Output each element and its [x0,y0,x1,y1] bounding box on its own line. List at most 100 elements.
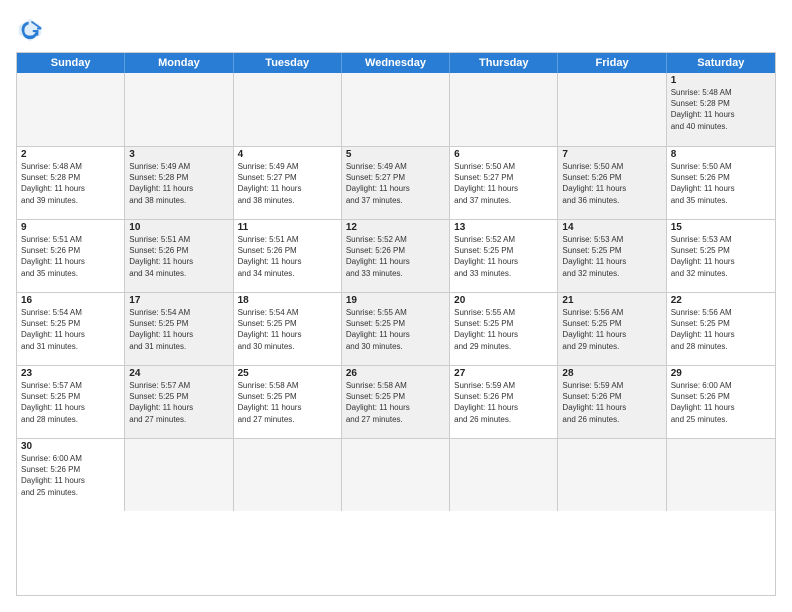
calendar-body: 1Sunrise: 5:48 AM Sunset: 5:28 PM Daylig… [17,73,775,511]
cell-info: Sunrise: 5:58 AM Sunset: 5:25 PM Dayligh… [238,380,337,425]
cell-info: Sunrise: 5:58 AM Sunset: 5:25 PM Dayligh… [346,380,445,425]
cal-row-2: 9Sunrise: 5:51 AM Sunset: 5:26 PM Daylig… [17,219,775,292]
cal-cell: 5Sunrise: 5:49 AM Sunset: 5:27 PM Daylig… [342,147,450,219]
cell-info: Sunrise: 5:49 AM Sunset: 5:27 PM Dayligh… [238,161,337,206]
day-number: 2 [21,149,120,160]
cal-cell: 11Sunrise: 5:51 AM Sunset: 5:26 PM Dayli… [234,220,342,292]
day-number: 13 [454,222,553,233]
cal-cell [558,439,666,511]
cal-cell: 20Sunrise: 5:55 AM Sunset: 5:25 PM Dayli… [450,293,558,365]
day-number: 25 [238,368,337,379]
day-number: 27 [454,368,553,379]
cell-info: Sunrise: 5:55 AM Sunset: 5:25 PM Dayligh… [346,307,445,352]
cell-info: Sunrise: 5:50 AM Sunset: 5:26 PM Dayligh… [671,161,771,206]
day-number: 6 [454,149,553,160]
day-number: 23 [21,368,120,379]
day-number: 1 [671,75,771,86]
cell-info: Sunrise: 5:52 AM Sunset: 5:25 PM Dayligh… [454,234,553,279]
cal-header-tuesday: Tuesday [234,53,342,73]
cell-info: Sunrise: 5:50 AM Sunset: 5:27 PM Dayligh… [454,161,553,206]
cell-info: Sunrise: 6:00 AM Sunset: 5:26 PM Dayligh… [671,380,771,425]
cal-cell [234,439,342,511]
cell-info: Sunrise: 5:53 AM Sunset: 5:25 PM Dayligh… [562,234,661,279]
day-number: 17 [129,295,228,306]
cal-cell [667,439,775,511]
cell-info: Sunrise: 5:50 AM Sunset: 5:26 PM Dayligh… [562,161,661,206]
cal-header-friday: Friday [558,53,666,73]
day-number: 26 [346,368,445,379]
cell-info: Sunrise: 5:48 AM Sunset: 5:28 PM Dayligh… [671,87,771,132]
day-number: 12 [346,222,445,233]
cal-cell: 21Sunrise: 5:56 AM Sunset: 5:25 PM Dayli… [558,293,666,365]
cal-cell: 10Sunrise: 5:51 AM Sunset: 5:26 PM Dayli… [125,220,233,292]
cal-cell: 28Sunrise: 5:59 AM Sunset: 5:26 PM Dayli… [558,366,666,438]
cal-header-saturday: Saturday [667,53,775,73]
cal-cell: 15Sunrise: 5:53 AM Sunset: 5:25 PM Dayli… [667,220,775,292]
cal-cell: 17Sunrise: 5:54 AM Sunset: 5:25 PM Dayli… [125,293,233,365]
day-number: 18 [238,295,337,306]
cell-info: Sunrise: 5:55 AM Sunset: 5:25 PM Dayligh… [454,307,553,352]
cell-info: Sunrise: 5:48 AM Sunset: 5:28 PM Dayligh… [21,161,120,206]
day-number: 28 [562,368,661,379]
cal-cell: 22Sunrise: 5:56 AM Sunset: 5:25 PM Dayli… [667,293,775,365]
cal-cell: 16Sunrise: 5:54 AM Sunset: 5:25 PM Dayli… [17,293,125,365]
cal-cell: 13Sunrise: 5:52 AM Sunset: 5:25 PM Dayli… [450,220,558,292]
cal-cell [342,439,450,511]
cal-header-thursday: Thursday [450,53,558,73]
cal-cell [558,73,666,146]
day-number: 15 [671,222,771,233]
cal-cell: 23Sunrise: 5:57 AM Sunset: 5:25 PM Dayli… [17,366,125,438]
day-number: 8 [671,149,771,160]
day-number: 19 [346,295,445,306]
cal-cell: 7Sunrise: 5:50 AM Sunset: 5:26 PM Daylig… [558,147,666,219]
cell-info: Sunrise: 5:59 AM Sunset: 5:26 PM Dayligh… [562,380,661,425]
day-number: 24 [129,368,228,379]
cal-row-3: 16Sunrise: 5:54 AM Sunset: 5:25 PM Dayli… [17,292,775,365]
day-number: 3 [129,149,228,160]
day-number: 22 [671,295,771,306]
logo-icon [16,16,44,44]
calendar-header: SundayMondayTuesdayWednesdayThursdayFrid… [17,53,775,73]
cell-info: Sunrise: 5:54 AM Sunset: 5:25 PM Dayligh… [129,307,228,352]
cal-cell [342,73,450,146]
cal-row-0: 1Sunrise: 5:48 AM Sunset: 5:28 PM Daylig… [17,73,775,146]
cell-info: Sunrise: 5:52 AM Sunset: 5:26 PM Dayligh… [346,234,445,279]
cal-cell: 9Sunrise: 5:51 AM Sunset: 5:26 PM Daylig… [17,220,125,292]
cell-info: Sunrise: 5:56 AM Sunset: 5:25 PM Dayligh… [671,307,771,352]
day-number: 29 [671,368,771,379]
cell-info: Sunrise: 5:56 AM Sunset: 5:25 PM Dayligh… [562,307,661,352]
day-number: 5 [346,149,445,160]
cal-cell: 29Sunrise: 6:00 AM Sunset: 5:26 PM Dayli… [667,366,775,438]
cal-cell [450,73,558,146]
logo [16,16,48,44]
cal-cell [234,73,342,146]
cell-info: Sunrise: 6:00 AM Sunset: 5:26 PM Dayligh… [21,453,120,498]
cal-cell: 26Sunrise: 5:58 AM Sunset: 5:25 PM Dayli… [342,366,450,438]
cal-cell [125,439,233,511]
cal-cell: 1Sunrise: 5:48 AM Sunset: 5:28 PM Daylig… [667,73,775,146]
cal-cell: 30Sunrise: 6:00 AM Sunset: 5:26 PM Dayli… [17,439,125,511]
cell-info: Sunrise: 5:51 AM Sunset: 5:26 PM Dayligh… [129,234,228,279]
cal-cell: 12Sunrise: 5:52 AM Sunset: 5:26 PM Dayli… [342,220,450,292]
cell-info: Sunrise: 5:54 AM Sunset: 5:25 PM Dayligh… [21,307,120,352]
cell-info: Sunrise: 5:51 AM Sunset: 5:26 PM Dayligh… [238,234,337,279]
page: SundayMondayTuesdayWednesdayThursdayFrid… [0,0,792,612]
day-number: 16 [21,295,120,306]
cal-row-5: 30Sunrise: 6:00 AM Sunset: 5:26 PM Dayli… [17,438,775,511]
cal-cell: 14Sunrise: 5:53 AM Sunset: 5:25 PM Dayli… [558,220,666,292]
cell-info: Sunrise: 5:49 AM Sunset: 5:27 PM Dayligh… [346,161,445,206]
cell-info: Sunrise: 5:53 AM Sunset: 5:25 PM Dayligh… [671,234,771,279]
cal-cell: 2Sunrise: 5:48 AM Sunset: 5:28 PM Daylig… [17,147,125,219]
cell-info: Sunrise: 5:54 AM Sunset: 5:25 PM Dayligh… [238,307,337,352]
cell-info: Sunrise: 5:59 AM Sunset: 5:26 PM Dayligh… [454,380,553,425]
cal-row-4: 23Sunrise: 5:57 AM Sunset: 5:25 PM Dayli… [17,365,775,438]
day-number: 10 [129,222,228,233]
cal-cell: 25Sunrise: 5:58 AM Sunset: 5:25 PM Dayli… [234,366,342,438]
cal-row-1: 2Sunrise: 5:48 AM Sunset: 5:28 PM Daylig… [17,146,775,219]
header [16,16,776,44]
cal-cell [17,73,125,146]
day-number: 30 [21,441,120,452]
cal-cell: 4Sunrise: 5:49 AM Sunset: 5:27 PM Daylig… [234,147,342,219]
day-number: 11 [238,222,337,233]
cal-cell: 24Sunrise: 5:57 AM Sunset: 5:25 PM Dayli… [125,366,233,438]
